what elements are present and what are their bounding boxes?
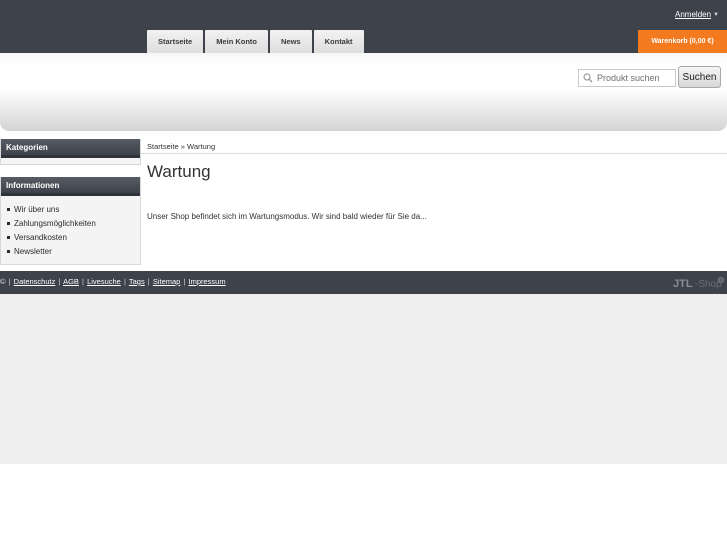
footer-bar: © | Datenschutz | AGB | Livesuche | Tags…: [0, 271, 727, 294]
footer-separator: |: [82, 277, 84, 286]
search-icon: [579, 70, 597, 86]
information-box: Informationen Wir über uns Zahlungsmögli…: [0, 177, 141, 265]
header-banner: [0, 53, 727, 131]
breadcrumb: Startseite » Wartung: [147, 142, 215, 151]
information-heading: Informationen: [1, 177, 140, 193]
footer-link-tags[interactable]: Tags: [129, 277, 145, 286]
categories-heading: Kategorien: [1, 139, 140, 155]
sidebar-spacer: [0, 165, 141, 177]
copyright-sign: ©: [0, 277, 6, 286]
chevron-down-icon: ▼: [713, 12, 719, 18]
footer-separator: |: [58, 277, 61, 286]
nav-tab-mein-konto[interactable]: Mein Konto: [205, 30, 269, 53]
page-title: Wartung: [147, 162, 211, 181]
footer-link-datenschutz[interactable]: Datenschutz: [14, 277, 56, 286]
main-navigation: Startseite Mein Konto News Kontakt: [147, 30, 366, 53]
categories-content: [1, 158, 140, 164]
footer-links: © | Datenschutz | AGB | Livesuche | Tags…: [0, 277, 226, 286]
bullet-icon: [7, 221, 10, 225]
nav-tab-kontakt[interactable]: Kontakt: [313, 30, 364, 53]
footer-link-agb[interactable]: AGB: [63, 277, 79, 286]
footer-separator: |: [147, 277, 150, 286]
search-box: [578, 69, 676, 87]
nav-tab-startseite[interactable]: Startseite: [147, 30, 204, 53]
bullet-icon: [7, 249, 10, 253]
footer-separator: |: [183, 277, 186, 286]
svg-text:JTL: JTL: [673, 278, 693, 290]
footer-link-impressum[interactable]: Impressum: [189, 277, 226, 286]
information-list: Wir über uns Zahlungsmöglichkeiten Versa…: [1, 196, 140, 264]
maintenance-message: Unser Shop befindet sich im Wartungsmodu…: [147, 212, 427, 221]
banner-highlight: [0, 53, 727, 65]
login-label[interactable]: Anmelden: [675, 10, 711, 19]
bullet-icon: [7, 207, 10, 211]
footer-link-sitemap[interactable]: Sitemap: [153, 277, 181, 286]
search-input[interactable]: [597, 71, 673, 85]
footer-separator: |: [8, 277, 11, 286]
breadcrumb-separator: »: [180, 142, 185, 151]
categories-box: Kategorien: [0, 139, 141, 165]
sidebar-item-wir-ueber-uns[interactable]: Wir über uns: [7, 202, 140, 216]
breadcrumb-divider: [141, 153, 727, 154]
svg-text:3: 3: [720, 278, 723, 284]
content-background-panel: [0, 294, 727, 464]
login-link[interactable]: Anmelden ▼: [675, 10, 719, 19]
sidebar-item-versandkosten[interactable]: Versandkosten: [7, 230, 140, 244]
sidebar-item-label[interactable]: Versandkosten: [14, 233, 67, 242]
sidebar-item-label[interactable]: Newsletter: [14, 247, 52, 256]
footer-separator: |: [123, 277, 126, 286]
search-button[interactable]: Suchen: [678, 66, 721, 88]
sidebar: Kategorien Informationen Wir über uns Za…: [0, 139, 141, 265]
top-header-bar: Anmelden ▼ Startseite Mein Konto News Kon…: [0, 0, 727, 53]
sidebar-item-zahlungsmoeglichkeiten[interactable]: Zahlungsmöglichkeiten: [7, 216, 140, 230]
bullet-icon: [7, 235, 10, 239]
breadcrumb-current: Wartung: [187, 142, 216, 151]
sidebar-item-label[interactable]: Zahlungsmöglichkeiten: [14, 219, 96, 228]
jtl-shop-logo-icon[interactable]: JTL -Shop 3: [673, 276, 725, 290]
footer-link-livesuche[interactable]: Livesuche: [87, 277, 121, 286]
sidebar-item-label[interactable]: Wir über uns: [14, 205, 59, 214]
cart-button[interactable]: Warenkorb (0,00 €): [638, 30, 727, 53]
breadcrumb-home[interactable]: Startseite: [147, 142, 179, 151]
sidebar-item-newsletter[interactable]: Newsletter: [7, 244, 140, 258]
nav-tab-news[interactable]: News: [270, 30, 312, 53]
